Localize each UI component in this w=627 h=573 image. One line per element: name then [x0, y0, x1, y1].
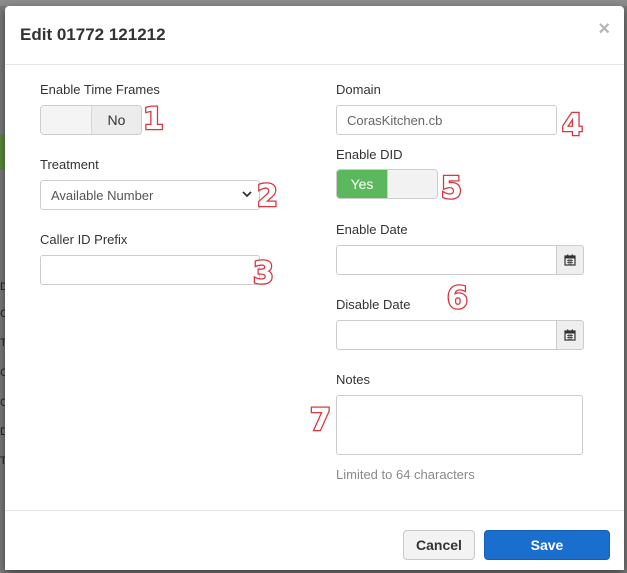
- cancel-button[interactable]: Cancel: [403, 530, 475, 560]
- modal-header: Edit 01772 121212 ×: [5, 6, 624, 65]
- enable-date-calendar-button[interactable]: [556, 245, 584, 275]
- annotation-number: 2: [256, 178, 279, 212]
- disable-date-label: Disable Date: [336, 297, 411, 312]
- treatment-label: Treatment: [40, 157, 99, 172]
- caller-id-prefix-input[interactable]: [40, 255, 260, 285]
- notes-label: Notes: [336, 372, 370, 387]
- treatment-select[interactable]: Available Number: [40, 180, 260, 210]
- toggle-yes-label: Yes: [337, 170, 387, 198]
- annotation-number: 6: [446, 280, 469, 314]
- domain-label: Domain: [336, 82, 381, 97]
- svg-text:3: 3: [253, 256, 274, 289]
- notes-textarea[interactable]: [336, 395, 583, 455]
- enable-did-toggle[interactable]: Yes: [336, 169, 438, 199]
- treatment-selected-value: Available Number: [51, 187, 154, 203]
- calendar-icon: [564, 329, 576, 341]
- annotation-number: 4: [561, 107, 584, 141]
- svg-text:1: 1: [143, 102, 164, 135]
- calendar-icon: [564, 254, 576, 266]
- svg-text:2: 2: [257, 179, 278, 212]
- toggle-no-label: No: [91, 106, 141, 134]
- caller-id-prefix-label: Caller ID Prefix: [40, 232, 128, 247]
- toggle-handle: [387, 170, 437, 198]
- modal-footer: Cancel Save: [5, 510, 624, 570]
- svg-text:5: 5: [441, 171, 462, 204]
- domain-input[interactable]: CorasKitchen.cb: [336, 105, 557, 135]
- enable-did-label: Enable DID: [336, 147, 403, 162]
- save-button[interactable]: Save: [484, 530, 610, 560]
- annotation-number: 5: [440, 170, 463, 204]
- annotation-number: 3: [252, 255, 275, 289]
- edit-modal: Edit 01772 121212 × Enable Time Frames N…: [5, 6, 624, 570]
- disable-date-input[interactable]: [336, 320, 557, 350]
- annotation-number: 7: [309, 402, 332, 436]
- enable-time-frames-toggle[interactable]: No: [40, 105, 142, 135]
- chevron-down-icon: [242, 191, 252, 198]
- close-icon[interactable]: ×: [598, 19, 610, 39]
- enable-date-label: Enable Date: [336, 222, 408, 237]
- disable-date-calendar-button[interactable]: [556, 320, 584, 350]
- enable-time-frames-label: Enable Time Frames: [40, 82, 160, 97]
- annotation-number: 1: [142, 101, 165, 135]
- modal-title: Edit 01772 121212: [20, 25, 166, 44]
- notes-help-text: Limited to 64 characters: [336, 467, 475, 482]
- enable-date-input[interactable]: [336, 245, 557, 275]
- svg-text:6: 6: [447, 281, 468, 314]
- svg-text:4: 4: [562, 108, 583, 141]
- toggle-blank-side: [41, 106, 91, 134]
- svg-text:7: 7: [310, 403, 331, 436]
